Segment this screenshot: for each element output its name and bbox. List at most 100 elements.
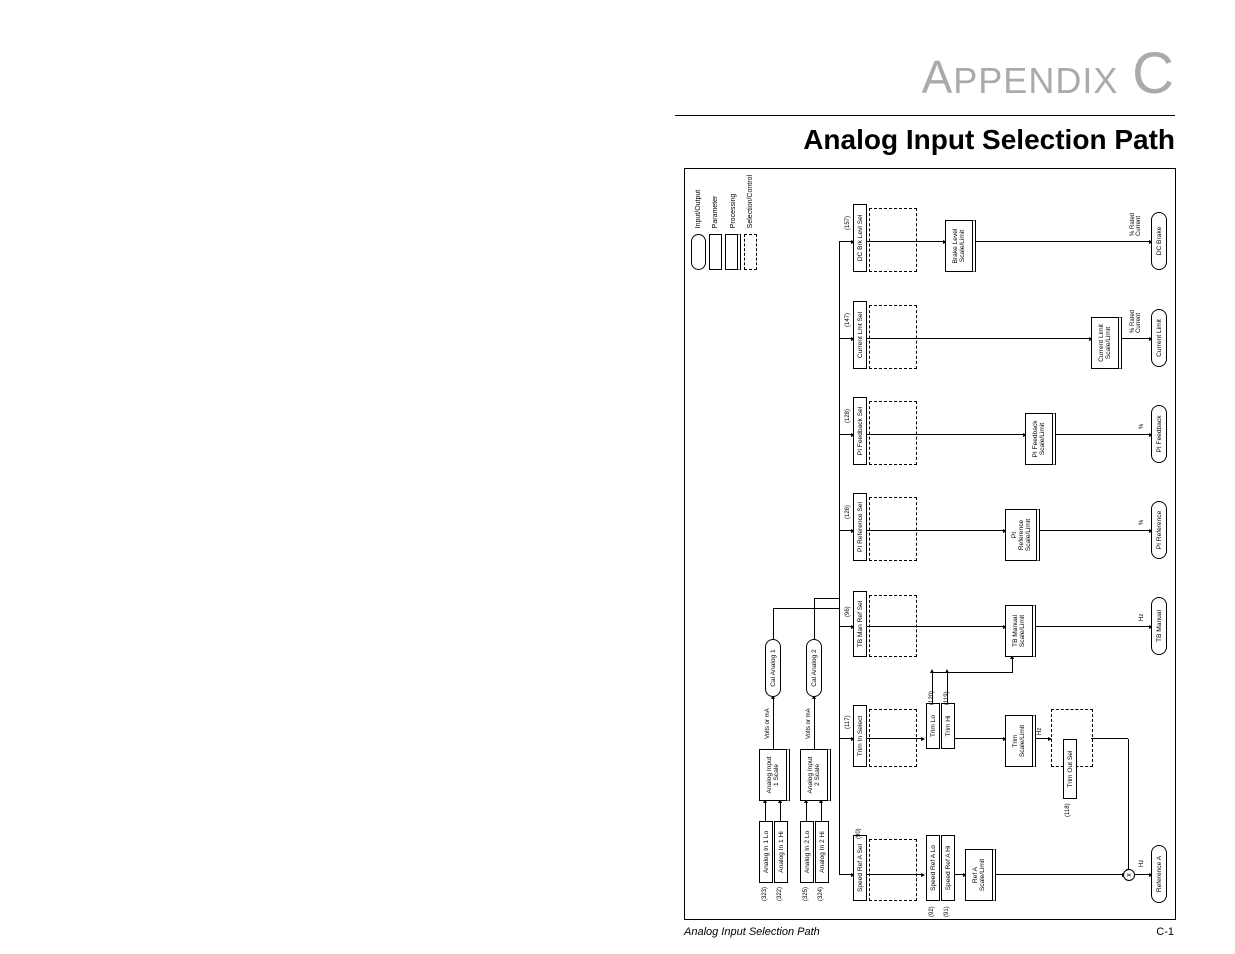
tbman-selbox: [869, 595, 917, 657]
line: [839, 530, 851, 531]
ai2scale-proc: Analog Input 2 Scale: [800, 749, 831, 801]
speedrefa-sel: Speed Ref A Sel: [853, 835, 867, 901]
dcbrk-sel: DC Brk Levl Sel: [853, 204, 867, 272]
line: [839, 338, 851, 339]
trimin-sel: Trim In Select: [853, 705, 867, 767]
line: [839, 434, 851, 435]
legend-proc: Processing: [725, 175, 741, 270]
refa-out: Reference A: [1151, 845, 1167, 903]
ai2hi-param: Analog In 2 Hi: [815, 821, 829, 883]
hz-trim: Hz: [1037, 728, 1043, 735]
legend-sel-label: Selection/Control: [747, 175, 754, 228]
pifdbk-selbox: [869, 401, 917, 465]
line: [773, 608, 839, 609]
appendix-label: APPENDIX C: [675, 40, 1175, 107]
piref-selbox: [869, 497, 917, 561]
curlimscale-proc: Current Limit Scale/Limit: [1091, 317, 1122, 369]
diagram-canvas: Input/Output Parameter Processing Select…: [685, 169, 1175, 919]
line: [814, 609, 815, 639]
volts-or-ma-1: Volts or mA: [765, 708, 771, 739]
line: [994, 874, 1122, 875]
curlim-num: (147): [845, 313, 851, 327]
legend-io: Input/Output: [691, 175, 706, 270]
trimin-selbox: [869, 709, 917, 767]
line: [1120, 338, 1149, 339]
tbman-sel: TB Man Ref Sel: [853, 591, 867, 657]
footer-title: Analog Input Selection Path: [684, 926, 820, 938]
pct-rated-curlim: % Rated Current: [1130, 310, 1142, 333]
legend-io-shape: [691, 234, 706, 270]
curlim-selbox: [869, 305, 917, 369]
curlim-out: Current Limit: [1151, 309, 1167, 367]
speedrefa-num: (90): [856, 828, 862, 839]
ai2hi-num: (324): [818, 887, 824, 901]
pct-rated-brake: % Rated Current: [1130, 213, 1142, 236]
trimout-sel: Trim Out Sel: [1063, 739, 1077, 799]
line: [1034, 738, 1048, 739]
ai1hi-num: (322): [777, 887, 783, 901]
ai1lo-num: (323): [762, 887, 768, 901]
piref-out: PI Reference: [1151, 501, 1167, 559]
line: [773, 609, 774, 639]
trimlo-num: (120): [929, 691, 935, 705]
speedrefahi-num: (91): [944, 906, 950, 917]
line: [1135, 874, 1149, 875]
speedrefalo-param: Speed Ref A Lo: [926, 835, 940, 901]
pifdbk-num: (128): [845, 409, 851, 423]
ai1lo-param: Analog In 1 Lo: [759, 821, 773, 883]
tbman-out: TB Manual: [1151, 597, 1167, 655]
legend-param-label: Parameter: [712, 196, 719, 229]
dcbrk-num: (157): [845, 216, 851, 230]
line: [1091, 738, 1128, 739]
page-footer: Analog Input Selection Path C-1: [684, 926, 1174, 938]
legend-io-label: Input/Output: [695, 190, 702, 229]
ai1scale-proc: Analog Input 1 Scale: [759, 749, 790, 801]
line: [814, 699, 815, 749]
line: [1128, 739, 1129, 869]
diagram-frame: Input/Output Parameter Processing Select…: [684, 168, 1176, 920]
dcbrk-selbox: [869, 208, 917, 272]
hz-refa: Hz: [1139, 860, 1145, 867]
line: [773, 699, 774, 749]
line: [1054, 434, 1149, 435]
line: [814, 599, 815, 609]
ai2lo-param: Analog In 2 Lo: [800, 821, 814, 883]
legend-param-shape: [709, 234, 722, 270]
bus-horizontal: [839, 242, 840, 875]
trimscale-proc: Trim Scale/Limit: [1005, 715, 1036, 767]
refascale-proc: Ref A Scale/Limit: [965, 849, 996, 901]
dcbrake-out: DC Brake: [1151, 212, 1167, 270]
trimhi-param: Trim Hi: [941, 703, 955, 749]
pifdbk-out: PI Feedback: [1151, 405, 1167, 463]
tbmanscale-proc: TB Manual Scale/Limit: [1005, 605, 1036, 657]
line: [839, 738, 851, 739]
line: [953, 738, 1003, 739]
line: [839, 241, 851, 242]
legend-sel: Selection/Control: [744, 175, 757, 270]
line: [1012, 659, 1013, 673]
tbman-num: (96): [845, 606, 851, 617]
line: [839, 626, 851, 627]
volts-or-ma-2: Volts or mA: [806, 708, 812, 739]
header-rule: [675, 115, 1175, 116]
trimhi-num: (119): [944, 691, 950, 705]
line: [932, 672, 1012, 673]
cal-analog-2: Cal Analog 2: [806, 639, 822, 697]
legend-proc-shape: [725, 234, 741, 270]
cal-analog-1: Cal Analog 1: [765, 639, 781, 697]
pct-piref: %: [1139, 520, 1145, 525]
footer-page: C-1: [1156, 926, 1174, 938]
line: [1038, 530, 1149, 531]
piref-sel: PI Reference Sel: [853, 493, 867, 561]
pirefscale-proc: PI Reference Scale/Limit: [1005, 509, 1040, 561]
page-header: APPENDIX C Analog Input Selection Path: [675, 40, 1175, 156]
appendix-word: APPENDIX: [922, 51, 1119, 103]
page-subtitle: Analog Input Selection Path: [675, 124, 1175, 156]
appendix-letter: C: [1132, 41, 1175, 106]
trimout-num: (118): [1065, 803, 1071, 817]
pifdbkscale-proc: PI Feedback Scale/Limit: [1025, 413, 1056, 465]
speedrefalo-num: (92): [929, 906, 935, 917]
curlim-sel: Current Lmt Sel: [853, 301, 867, 369]
legend-proc-label: Processing: [730, 194, 737, 229]
legend-sel-shape: [744, 234, 757, 270]
